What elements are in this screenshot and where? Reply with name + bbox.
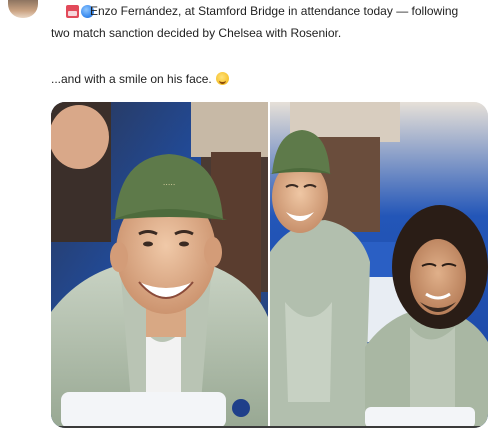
- photo-left-image: ∙∙∙∙∙: [51, 102, 268, 428]
- avatar[interactable]: [8, 0, 38, 18]
- tweet-text-line-3: ...and with a smile on his face.: [51, 72, 229, 87]
- photo-right[interactable]: [270, 102, 488, 428]
- tweet-text-line-1: Enzo Fernández, at Stamford Bridge in at…: [90, 4, 459, 18]
- svg-text:∙∙∙∙∙: ∙∙∙∙∙: [163, 179, 176, 189]
- calendar-icon: [66, 5, 79, 18]
- tweet-card: Enzo Fernández, at Stamford Bridge in at…: [0, 0, 500, 440]
- grinning-face-icon: [215, 72, 229, 85]
- media-bottom-rule: [51, 426, 488, 428]
- tweet-media-grid[interactable]: ∙∙∙∙∙: [51, 102, 488, 428]
- tweet-text-line-3-text: ...and with a smile on his face.: [51, 72, 212, 86]
- photo-right-image: [270, 102, 488, 428]
- tweet-text-line-2: two match sanction decided by Chelsea wi…: [51, 26, 342, 40]
- photo-left[interactable]: ∙∙∙∙∙: [51, 102, 268, 428]
